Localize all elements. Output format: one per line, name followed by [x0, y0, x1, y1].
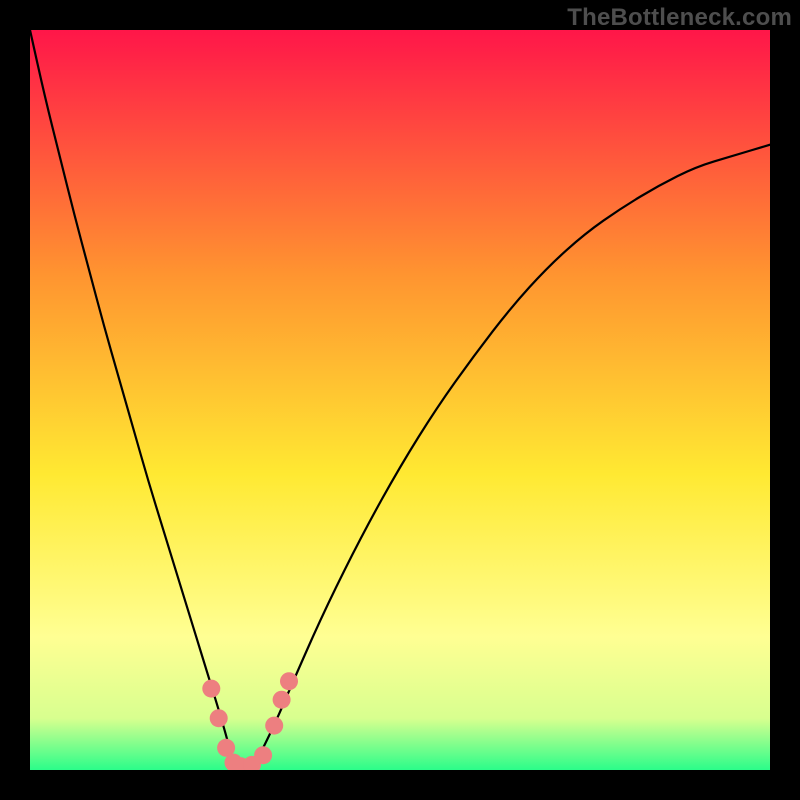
marker-point — [265, 717, 283, 735]
watermark-text: TheBottleneck.com — [567, 4, 792, 32]
gradient-background — [30, 30, 770, 770]
outer-frame: TheBottleneck.com — [0, 0, 800, 800]
marker-point — [210, 709, 228, 727]
marker-point — [273, 691, 291, 709]
marker-point — [254, 746, 272, 764]
plot-area — [30, 30, 770, 770]
marker-point — [280, 672, 298, 690]
bottleneck-chart — [30, 30, 770, 770]
marker-point — [202, 680, 220, 698]
